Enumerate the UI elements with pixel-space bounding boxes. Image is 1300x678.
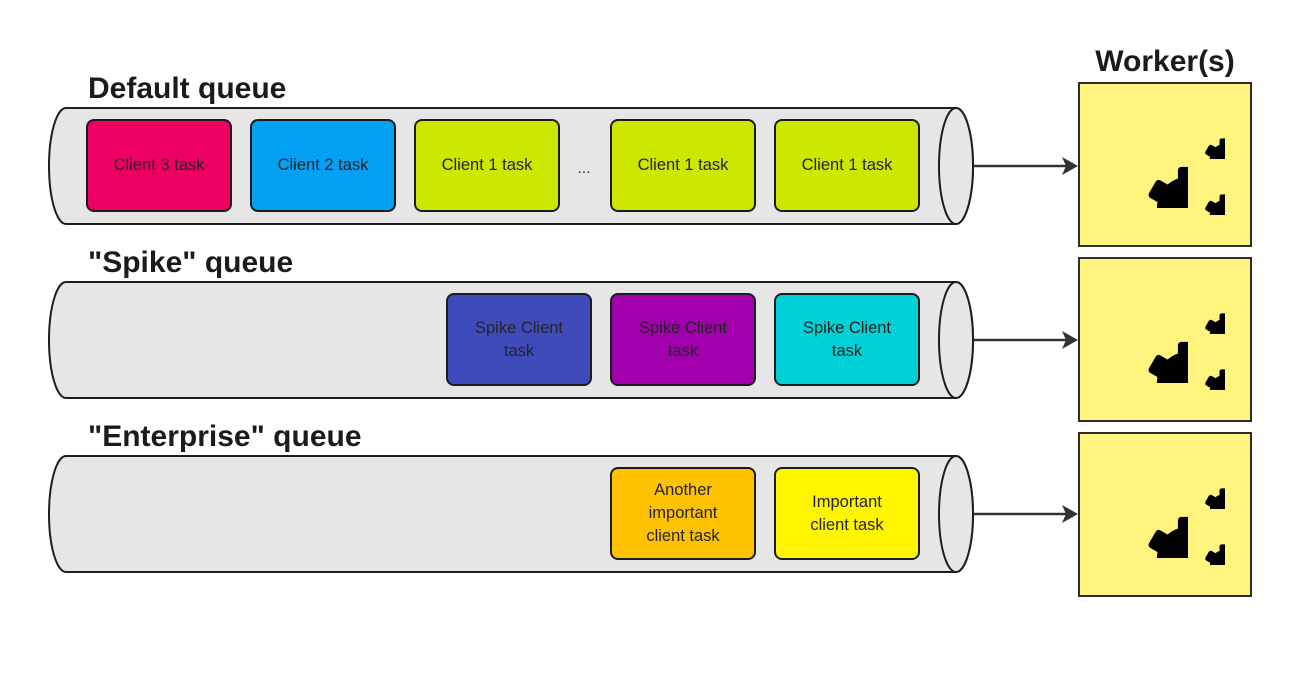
worker-box: [1078, 432, 1252, 597]
arrow-default-to-worker: [974, 157, 1078, 175]
task-card: Another important client task: [610, 467, 756, 560]
gear-large-icon: [1132, 152, 1188, 208]
task-label: Client 1 task: [637, 156, 729, 174]
task-label: Client 3 task: [113, 156, 205, 174]
task-card: Important client task: [774, 467, 920, 560]
workers-heading: Worker(s): [1095, 45, 1235, 78]
queue-title-spike: "Spike" queue: [88, 246, 294, 279]
tube-end-cap: [938, 455, 974, 573]
more-tasks-ellipsis: ...: [577, 160, 591, 177]
task-card: Client 1 task: [774, 119, 920, 212]
gear-small-icon: [1196, 361, 1225, 390]
task-card: Client 1 task: [414, 119, 560, 212]
task-card: Spike Client task: [610, 293, 756, 386]
task-label: Another important client task: [646, 481, 720, 545]
gear-small-icon: [1196, 186, 1225, 215]
task-card: Client 1 task: [610, 119, 756, 212]
task-label: Client 2 task: [277, 156, 369, 174]
gear-large-icon: [1132, 327, 1188, 383]
queue-title-enterprise: "Enterprise" queue: [88, 420, 362, 453]
task-card: Spike Client task: [774, 293, 920, 386]
queue-title-default: Default queue: [88, 72, 287, 105]
gear-large-icon: [1132, 502, 1188, 558]
gear-small-icon: [1196, 305, 1225, 334]
task-label: Client 1 task: [441, 156, 533, 174]
arrow-enterprise-to-worker: [974, 505, 1078, 523]
task-label: Spike Client task: [474, 318, 564, 360]
task-card: Client 3 task: [86, 119, 232, 212]
worker-box: [1078, 257, 1252, 422]
gear-small-icon: [1196, 536, 1225, 565]
arrow-spike-to-worker: [974, 331, 1078, 349]
gear-small-icon: [1196, 130, 1225, 159]
worker-box: [1078, 82, 1252, 247]
task-label: Spike Client task: [638, 318, 728, 360]
task-card: Spike Client task: [446, 293, 592, 386]
task-label: Spike Client task: [802, 318, 892, 360]
task-label: Important client task: [810, 492, 884, 534]
task-label: Client 1 task: [801, 156, 893, 174]
gear-small-icon: [1196, 480, 1225, 509]
tube-end-cap: [938, 107, 974, 225]
task-card: Client 2 task: [250, 119, 396, 212]
tube-end-cap: [938, 281, 974, 399]
